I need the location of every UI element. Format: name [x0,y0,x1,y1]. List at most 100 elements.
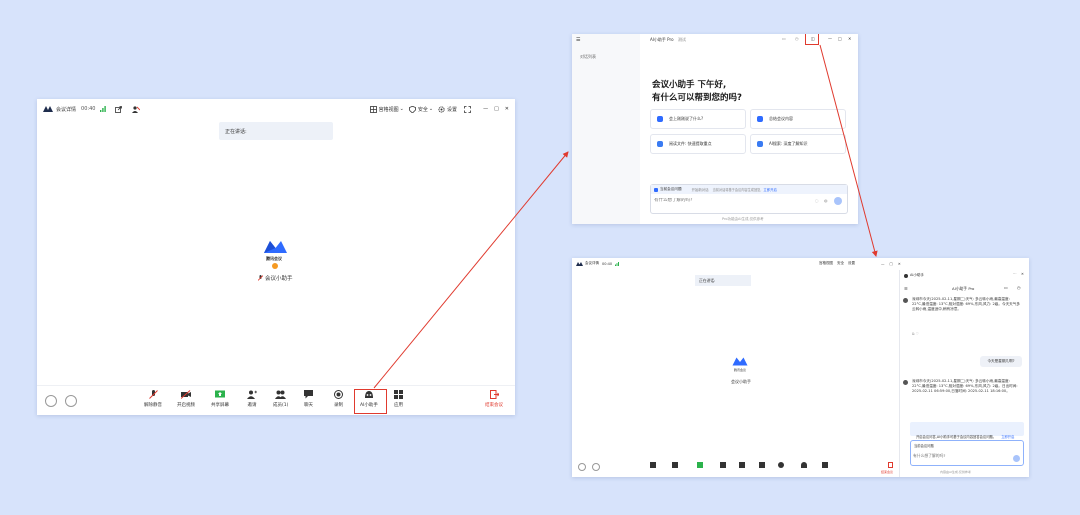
ai-window-title-suffix: 测试 [678,37,686,42]
history-icon[interactable]: ◷ [795,36,799,41]
ai-avatar [903,380,908,385]
new-chat-icon[interactable]: ▭ [782,36,786,41]
unmute-button[interactable]: 解除静音 [144,390,162,408]
maximize-icon[interactable]: □ [890,262,893,266]
security-button[interactable]: 安全 [418,106,428,113]
minimize-icon[interactable]: — [483,106,488,112]
chat-button[interactable]: 聊天 [304,390,313,408]
raise-hand-icon[interactable] [65,395,77,407]
close-icon[interactable]: ✕ [505,106,509,112]
invite-button[interactable]: 邀请 [247,390,257,408]
view-mode-button[interactable]: 宫格视图 [379,106,399,113]
emoji-icon[interactable] [45,395,57,407]
greeting-line2: 有什么可以帮到您的吗? [652,93,742,103]
settings-button[interactable]: 设置 [848,261,855,266]
menu-icon[interactable]: ☰ [904,286,908,291]
maximize-icon[interactable]: □ [838,36,842,41]
close-icon[interactable]: ✕ [1021,272,1024,276]
chevron-down-icon: ⌄ [428,106,434,112]
menu-icon[interactable]: ☰ [576,37,580,43]
add-user-icon[interactable] [720,462,726,468]
ai-assistant-window: ☰ 对话列表 AI小助手 Pro 测试 ▭ ◷ ◫ — □ ✕ 会议小助手 下午… [572,34,858,224]
context-link[interactable]: 立即开启 [763,187,777,192]
context-hint: 开始新对话 [691,188,709,192]
chat-input[interactable] [654,198,794,203]
members-button[interactable]: 成员(1) [273,390,288,408]
start-video-button[interactable]: 开启视频 [177,390,195,408]
new-chat-icon[interactable]: ▭ [1004,285,1008,290]
record-icon [334,390,343,399]
minimize-icon[interactable]: — [881,262,885,266]
copy-icon[interactable]: ⧉ ♡ [912,332,919,336]
more-icon[interactable]: ⋯ [1013,272,1017,276]
exit-icon[interactable] [888,462,893,468]
ai-footer: Pro功能由AI生成,仅供参考 [722,217,764,221]
sidebar-item-conversations[interactable]: 对话列表 [580,54,596,60]
speaking-indicator: 正在讲话: [695,275,751,286]
mini-titlebar: 会议详情 00:40 [576,261,620,266]
add-user-icon [247,390,257,399]
brand-label: 腾讯会议 [734,368,747,372]
tencent-meeting-logo-icon [576,261,583,266]
mini-titlebar-right: 宫格视图 安全 设置 — □ ✕ [819,261,901,266]
brand-label: 腾讯会议 [266,256,282,261]
minimize-icon[interactable]: — [828,36,832,41]
mic-icon[interactable]: ◍ [824,198,828,203]
apps-button[interactable]: 应用 [394,390,403,408]
meeting-title[interactable]: 会议详情 [585,261,599,266]
view-mode-button[interactable]: 宫格视图 [819,261,833,266]
mic-off-icon[interactable] [650,462,656,468]
history-icon[interactable]: ◷ [1017,285,1021,290]
grid-view-icon [369,105,377,113]
users-icon[interactable] [739,462,745,468]
context-note: 当前对话将基于会议内容生成回复, [712,188,762,192]
tencent-meeting-logo-icon [43,106,53,112]
settings-button[interactable]: 设置 [447,106,457,113]
context-icon [654,187,658,192]
notice-link[interactable]: 立即开启 [1001,435,1014,439]
close-icon[interactable]: ✕ [898,262,901,266]
sidebar-toggle-highlight [805,34,819,45]
meeting-title[interactable]: 会议详情 [56,106,76,113]
share-out-icon[interactable] [115,105,123,113]
send-button[interactable] [1013,455,1020,462]
record-icon[interactable] [778,462,784,468]
context-bar: 当前会议问题 开始新对话 当前对话将基于会议内容生成回复, 立即开启 [651,185,847,194]
suggestion-card[interactable]: 会上刚刚说了什么? [650,109,746,129]
exit-icon [489,390,499,399]
suggestion-card[interactable]: AI搜索: 深度了解知识 [750,134,846,154]
chat-icon[interactable] [759,462,765,468]
video-off-icon[interactable] [672,462,678,468]
suggestion-card[interactable]: 阅读文件: 快速提取重点 [650,134,746,154]
apps-icon[interactable] [822,462,828,468]
meeting-timer: 00:40 [81,106,96,112]
security-button[interactable]: 安全 [837,261,844,266]
ai-assistant-icon[interactable] [801,462,807,468]
ai-assistant-highlight [354,389,387,414]
share-screen-button[interactable]: 共享屏幕 [211,390,229,408]
close-icon[interactable]: ✕ [848,36,851,41]
end-meeting-button[interactable]: 结束会议 [881,470,893,474]
send-button[interactable] [834,197,842,205]
maximize-icon[interactable]: □ [494,106,499,112]
speaking-indicator: 正在讲话: [219,122,333,140]
end-meeting-button[interactable]: 结束会议 [485,390,503,408]
attach-icon[interactable]: ◌ [815,198,819,203]
emoji-icon[interactable] [578,463,586,471]
user-message: 今天是星期几啊? [980,356,1022,367]
fullscreen-icon[interactable] [464,105,471,113]
meeting-titlebar: 会议详情 00:40 宫格视图 ⌄ 安全 ⌄ 设置 — □ ✕ [37,99,515,119]
side-footer: 内容由AI生成,仅供参考 [940,470,971,474]
meeting-window: 会议详情 00:40 宫格视图 ⌄ 安全 ⌄ 设置 — □ ✕ 正在讲话: 腾讯… [37,99,515,415]
participant-name-tag: 会议小助手 [258,274,293,282]
side-chat-input[interactable] [913,453,983,458]
ai-avatar [903,298,908,303]
user-off-icon[interactable] [132,105,141,113]
tencent-meeting-logo-icon [732,357,748,366]
suggestion-card[interactable]: 总结会议内容 [750,109,846,129]
record-button[interactable]: 录制 [334,390,343,408]
screen-share-icon[interactable] [697,462,703,468]
meeting-toolbar: 解除静音 开启视频 共享屏幕 邀请 成员(1) 聊天 录制 AI小助手 应用 结… [37,385,515,415]
raise-hand-icon[interactable] [592,463,600,471]
ai-answer-1: 深圳市今天(2025-02-11,星期二)天气: 多云转小雨,最高温度: 22°… [912,297,1020,312]
